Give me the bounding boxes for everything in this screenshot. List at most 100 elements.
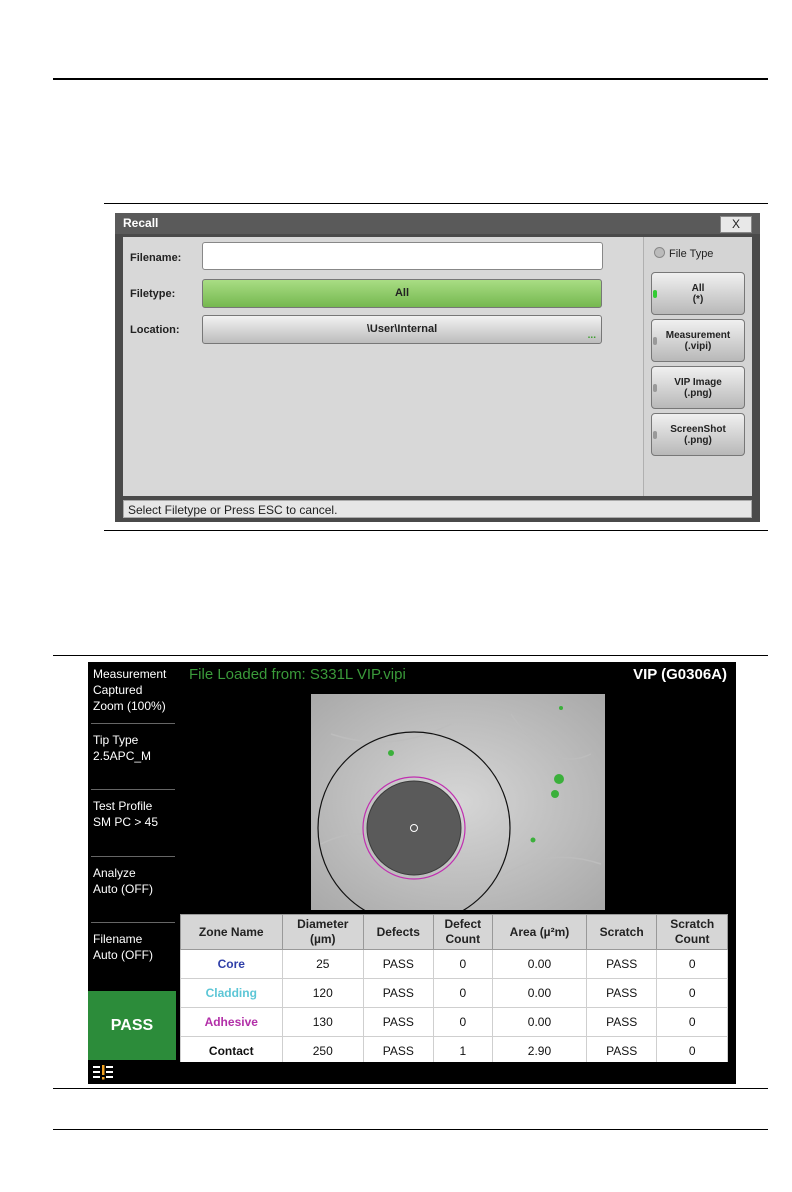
filetype-label: Filetype: bbox=[130, 288, 176, 300]
header-text: Diameter bbox=[297, 917, 349, 931]
test-profile-label: Test Profile bbox=[93, 799, 153, 813]
defect-marker bbox=[554, 774, 564, 784]
fiber-endface-image bbox=[311, 694, 605, 910]
defects-cell: PASS bbox=[363, 978, 434, 1008]
button-label: VIP Image bbox=[674, 376, 722, 388]
defect-marker bbox=[388, 750, 394, 756]
button-sublabel: (*) bbox=[692, 293, 704, 305]
analyze-label: Analyze bbox=[93, 866, 136, 880]
button-label: All bbox=[691, 282, 705, 294]
defect-count-cell: 0 bbox=[432, 1007, 494, 1037]
file-type-header: File Type bbox=[654, 247, 713, 260]
header-text-2: Count bbox=[674, 932, 710, 946]
bottom-bar bbox=[88, 1062, 736, 1084]
header-text: Area (µ²m) bbox=[509, 924, 570, 939]
zone-adhesive: Adhesive bbox=[180, 1007, 283, 1037]
button-label: ScreenShot bbox=[670, 423, 726, 435]
filetype-all-button[interactable]: All (*) bbox=[651, 272, 745, 315]
defect-marker bbox=[530, 837, 536, 843]
scratch-cell: PASS bbox=[585, 978, 658, 1008]
figure2-top-rule bbox=[53, 655, 768, 656]
indicator-icon bbox=[653, 384, 657, 392]
location-button[interactable]: \User\Internal ... bbox=[202, 315, 602, 344]
panel-divider bbox=[91, 789, 175, 790]
location-value: \User\Internal bbox=[366, 323, 438, 335]
filename-mode-button[interactable]: Filename Auto (OFF) bbox=[88, 931, 176, 963]
page-top-rule bbox=[53, 78, 768, 80]
figure2-bottom-rule bbox=[53, 1088, 768, 1089]
table-row: Cladding 120 PASS 0 0.00 PASS 0 bbox=[180, 978, 728, 1008]
header-text: Defect bbox=[444, 917, 482, 931]
diameter-cell: 120 bbox=[281, 978, 365, 1008]
cladding-zone-circle bbox=[366, 780, 462, 876]
defects-cell: PASS bbox=[363, 949, 434, 979]
scratch-count-cell: 0 bbox=[656, 1007, 728, 1037]
file-type-header-label: File Type bbox=[669, 248, 714, 260]
filetype-screenshot-button[interactable]: ScreenShot (.png) bbox=[651, 413, 745, 456]
tip-type-button[interactable]: Tip Type 2.5APC_M bbox=[88, 732, 176, 764]
defect-count-cell: 0 bbox=[432, 949, 494, 979]
filename-field[interactable] bbox=[202, 242, 603, 270]
button-sublabel: (.png) bbox=[684, 387, 712, 399]
dialog-body: Filename: Filetype: All Location: \User\… bbox=[123, 237, 752, 496]
header-text: Zone Name bbox=[198, 924, 264, 939]
more-icon: ... bbox=[587, 330, 596, 341]
measurement-line-1: Measurement bbox=[93, 667, 167, 681]
diameter-cell: 130 bbox=[281, 1007, 365, 1037]
recall-form: Filename: Filetype: All Location: \User\… bbox=[123, 237, 644, 496]
zone-core: Core bbox=[180, 949, 283, 979]
close-icon: X bbox=[731, 217, 740, 231]
scratch-count-cell: 0 bbox=[656, 949, 728, 979]
location-label: Location: bbox=[130, 324, 180, 336]
tip-type-label: Tip Type bbox=[93, 733, 139, 747]
analyze-value: Auto (OFF) bbox=[93, 882, 154, 896]
measurement-line-2: Captured bbox=[93, 683, 143, 697]
header-text: Defects bbox=[376, 924, 420, 939]
status-bar: Select Filetype or Press ESC to cancel. bbox=[123, 500, 752, 518]
dialog-titlebar: Recall X bbox=[115, 213, 760, 234]
panel-divider bbox=[91, 922, 175, 923]
filename-mode-value: Auto (OFF) bbox=[93, 948, 154, 962]
pass-result-badge: PASS bbox=[88, 991, 176, 1060]
header-text-2: Count bbox=[445, 932, 481, 946]
menu-icon[interactable] bbox=[92, 1064, 114, 1082]
table-header-row: Zone Name Diameter (µm) Defects Defect Cou… bbox=[180, 914, 728, 950]
measurement-info[interactable]: Measurement Captured Zoom (100%) bbox=[88, 666, 176, 714]
test-profile-button[interactable]: Test Profile SM PC > 45 bbox=[88, 798, 176, 830]
defect-count-cell: 0 bbox=[432, 978, 494, 1008]
area-cell: 0.00 bbox=[492, 949, 587, 979]
area-cell: 0.00 bbox=[492, 1007, 587, 1037]
header-text: Scratch bbox=[670, 917, 715, 931]
recall-dialog: Recall X Filename: Filetype: All Locatio… bbox=[115, 213, 760, 522]
col-area: Area (µ²m) bbox=[492, 914, 587, 950]
filetype-button[interactable]: All bbox=[202, 279, 602, 308]
filename-label: Filename: bbox=[130, 252, 182, 264]
zone-results-table: Zone Name Diameter (µm) Defects Defect Cou… bbox=[180, 914, 728, 1066]
measurement-line-3: Zoom (100%) bbox=[93, 699, 166, 713]
button-sublabel: (.vipi) bbox=[684, 340, 712, 352]
analyze-button[interactable]: Analyze Auto (OFF) bbox=[88, 865, 176, 897]
figure-bottom-rule bbox=[104, 530, 768, 531]
header-unit: (µm) bbox=[309, 932, 336, 946]
col-diameter: Diameter (µm) bbox=[281, 914, 365, 950]
col-scratch: Scratch bbox=[585, 914, 658, 950]
header-text: Scratch bbox=[599, 924, 644, 939]
tip-type-value: 2.5APC_M bbox=[93, 749, 152, 763]
selected-indicator-icon bbox=[653, 290, 657, 298]
test-profile-value: SM PC > 45 bbox=[93, 815, 159, 829]
col-scratch-count: Scratch Count bbox=[656, 914, 728, 950]
defect-marker bbox=[551, 790, 559, 798]
col-defect-count: Defect Count bbox=[432, 914, 494, 950]
filetype-measurement-button[interactable]: Measurement (.vipi) bbox=[651, 319, 745, 362]
area-cell: 0.00 bbox=[492, 978, 587, 1008]
figure-top-rule bbox=[104, 203, 768, 204]
close-button[interactable]: X bbox=[720, 216, 752, 233]
radio-icon bbox=[654, 247, 665, 258]
table-row: Adhesive 130 PASS 0 0.00 PASS 0 bbox=[180, 1007, 728, 1037]
filetype-vip-image-button[interactable]: VIP Image (.png) bbox=[651, 366, 745, 409]
scratch-cell: PASS bbox=[585, 1007, 658, 1037]
zone-cladding: Cladding bbox=[180, 978, 283, 1008]
table-row: Core 25 PASS 0 0.00 PASS 0 bbox=[180, 949, 728, 979]
file-loaded-text: File Loaded from: S331L VIP.vipi bbox=[189, 666, 406, 683]
file-type-menu: File Type All (*) Measurement (.vipi) VI… bbox=[644, 237, 752, 496]
